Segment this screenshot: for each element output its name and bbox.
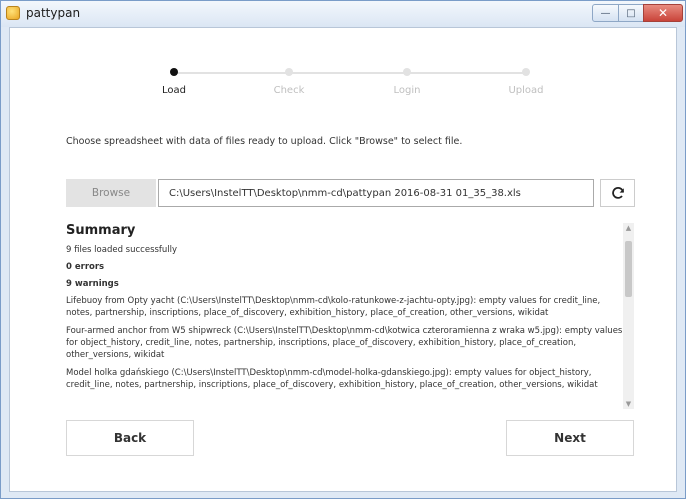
errors-count: 0 errors bbox=[66, 262, 105, 272]
app-window: pattypan — □ ✕ Load Check Login Upload C… bbox=[0, 0, 686, 499]
warning-item: Model holka gdańskiego (C:\Users\InstelT… bbox=[66, 368, 598, 390]
step-label-login: Login bbox=[393, 85, 421, 96]
main-panel: Load Check Login Upload Choose spreadshe… bbox=[9, 27, 677, 492]
file-path-field[interactable]: C:\Users\InstelTT\Desktop\nmm-cd\pattypa… bbox=[158, 179, 594, 207]
close-button[interactable]: ✕ bbox=[643, 4, 683, 22]
refresh-icon bbox=[611, 187, 624, 199]
summary-title: Summary bbox=[66, 223, 136, 238]
browse-button[interactable]: Browse bbox=[66, 179, 156, 207]
maximize-button[interactable]: □ bbox=[618, 4, 644, 22]
window-title: pattypan bbox=[26, 6, 81, 20]
loaded-status: 9 files loaded successfully bbox=[66, 245, 178, 255]
scroll-thumb[interactable] bbox=[625, 241, 632, 297]
refresh-button[interactable] bbox=[600, 179, 635, 207]
summary-panel: Summary 9 files loaded successfully 0 er… bbox=[66, 223, 623, 408]
warning-item: Four-armed anchor from W5 shipwreck (C:\… bbox=[66, 326, 623, 360]
scroll-up-icon[interactable]: ▲ bbox=[623, 223, 634, 233]
step-dot-load bbox=[170, 68, 178, 76]
close-icon: ✕ bbox=[657, 6, 669, 20]
step-label-upload: Upload bbox=[508, 85, 544, 96]
scroll-down-icon[interactable]: ▼ bbox=[623, 399, 634, 409]
step-dot-login bbox=[403, 68, 411, 76]
step-label-load: Load bbox=[162, 85, 186, 96]
maximize-icon: □ bbox=[626, 7, 636, 19]
step-label-check: Check bbox=[273, 85, 305, 96]
warnings-count: 9 warnings bbox=[66, 279, 119, 289]
step-dot-upload bbox=[522, 68, 530, 76]
pattypan-app-icon bbox=[6, 6, 20, 20]
back-button[interactable]: Back bbox=[66, 420, 194, 456]
step-dot-check bbox=[285, 68, 293, 76]
instructions-text: Choose spreadsheet with data of files re… bbox=[66, 136, 463, 147]
title-bar: pattypan — □ ✕ bbox=[1, 1, 685, 27]
minimize-button[interactable]: — bbox=[592, 4, 619, 22]
minimize-icon: — bbox=[600, 7, 611, 19]
warning-item: Lifebuoy from Opty yacht (C:\Users\Inste… bbox=[66, 296, 601, 318]
stepper-track bbox=[174, 72, 528, 74]
next-button[interactable]: Next bbox=[506, 420, 634, 456]
summary-scrollbar[interactable]: ▲ ▼ bbox=[623, 223, 634, 409]
